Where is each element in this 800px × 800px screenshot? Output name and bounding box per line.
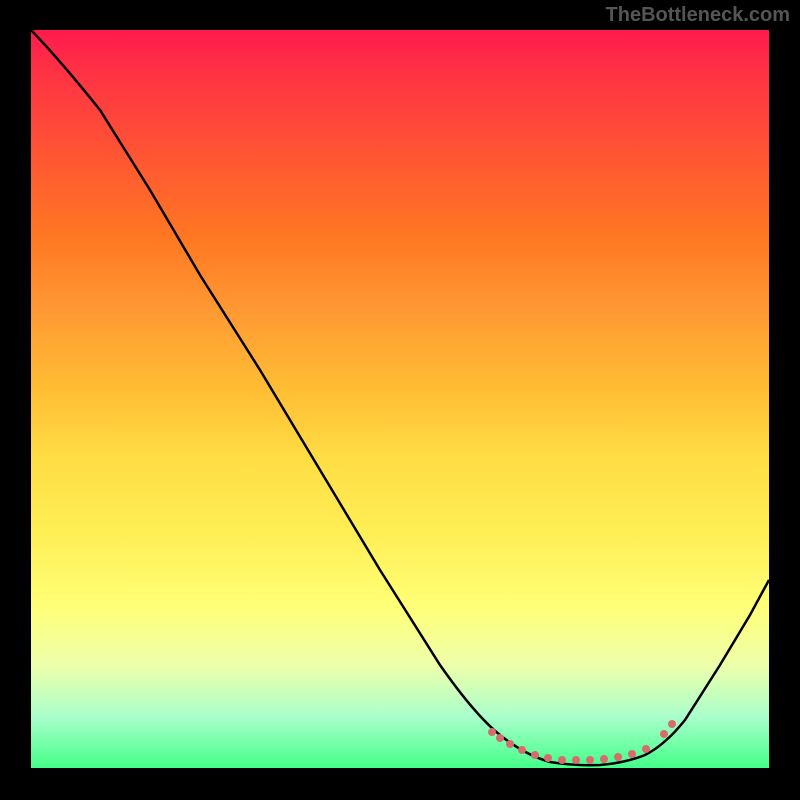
gradient-background [31,30,769,768]
watermark-text: TheBottleneck.com [606,4,790,27]
